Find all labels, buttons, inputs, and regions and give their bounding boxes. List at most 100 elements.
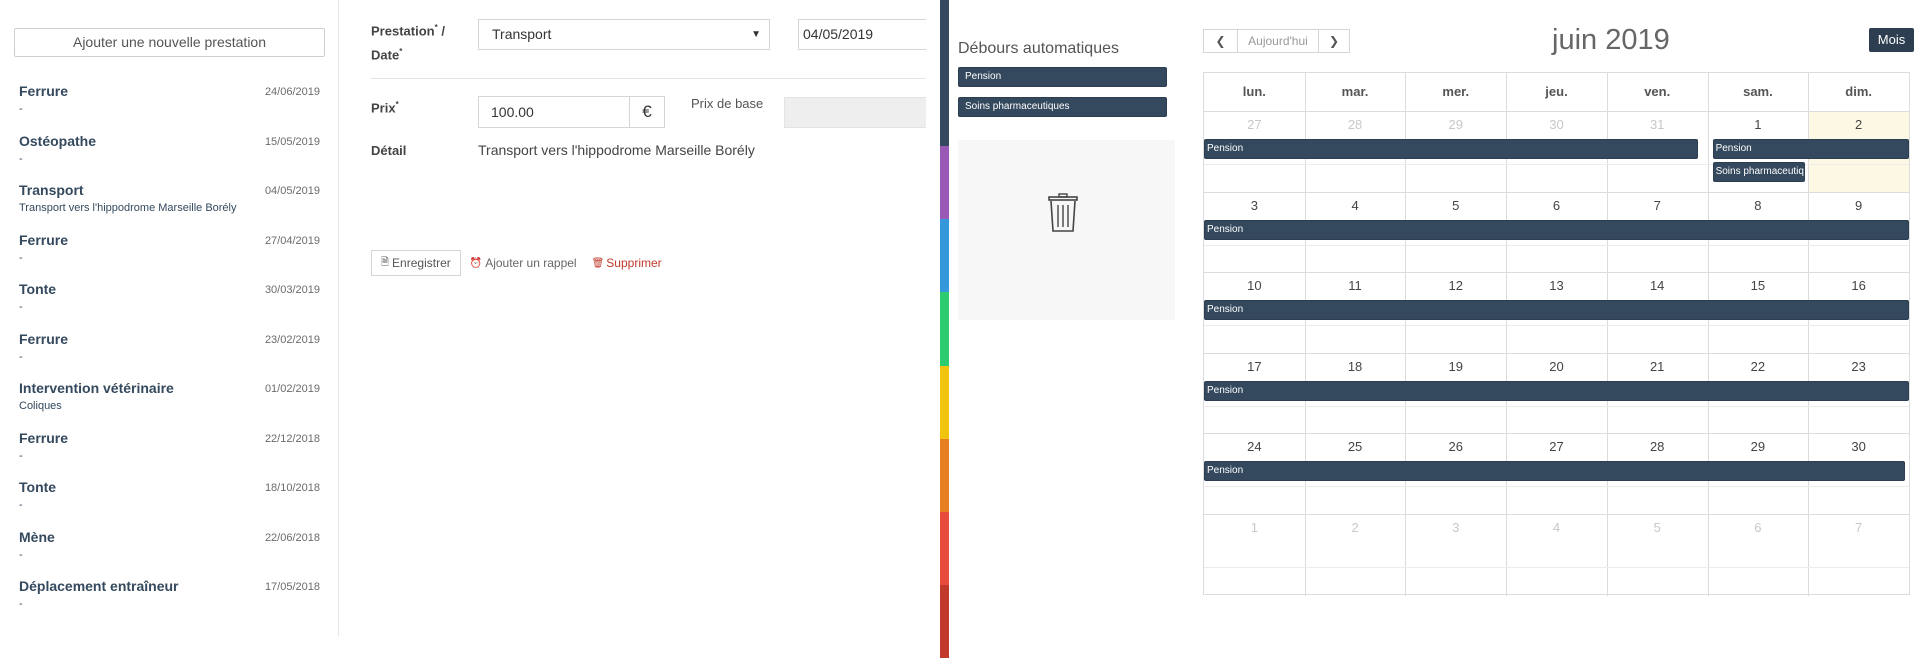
color-swatch[interactable] (940, 438, 949, 512)
day-number[interactable]: 1 (1204, 520, 1305, 535)
day-number[interactable]: 3 (1204, 198, 1305, 213)
day-number[interactable]: 1 (1708, 117, 1809, 132)
service-subtitle: - (19, 548, 23, 561)
price-input[interactable]: 100.00 (478, 96, 630, 128)
day-number[interactable]: 22 (1708, 359, 1809, 374)
day-number[interactable]: 17 (1204, 359, 1305, 374)
service-list-item[interactable]: Ostéopathe -15/05/2019 (0, 128, 339, 178)
today-button[interactable]: Aujourd'hui (1237, 29, 1319, 53)
day-number[interactable]: 11 (1305, 278, 1406, 293)
calendar-event[interactable]: Pension (1204, 461, 1905, 481)
color-swatch[interactable] (940, 219, 949, 293)
day-number[interactable]: 30 (1506, 117, 1607, 132)
required-mark: * (395, 100, 399, 109)
day-number[interactable]: 15 (1708, 278, 1809, 293)
day-number[interactable]: 2 (1808, 117, 1909, 132)
day-number[interactable]: 14 (1607, 278, 1708, 293)
date-label: Date (371, 47, 400, 63)
calendar-title: juin 2019 (1552, 24, 1670, 56)
grid-line (1204, 486, 1909, 487)
date-input[interactable]: 04/05/2019 (798, 19, 926, 50)
color-swatch[interactable] (940, 511, 949, 585)
day-number[interactable]: 3 (1405, 520, 1506, 535)
service-list-item[interactable]: Ferrure -22/12/2018 (0, 425, 339, 475)
service-subtitle: - (19, 499, 23, 511)
day-number[interactable]: 8 (1708, 198, 1809, 213)
service-subtitle: - (19, 449, 23, 462)
prestation-select[interactable]: Transport ▼ (478, 19, 770, 50)
calendar-event[interactable]: Soins pharmaceutiques (1712, 162, 1806, 182)
service-list-item[interactable]: Ferrure -27/04/2019 (0, 227, 339, 277)
day-number[interactable]: 28 (1305, 117, 1406, 132)
delete-button[interactable]: 🗑 Supprimer (592, 256, 662, 270)
day-number[interactable]: 23 (1808, 359, 1909, 374)
service-list-item[interactable]: Transport Transport vers l'hippodrome Mar… (0, 177, 339, 227)
day-number[interactable]: 29 (1405, 117, 1506, 132)
color-swatch[interactable] (940, 146, 949, 220)
save-button[interactable]: 🗎 Enregistrer (371, 250, 461, 276)
day-number[interactable]: 2 (1305, 520, 1406, 535)
day-number[interactable]: 4 (1305, 198, 1406, 213)
calendar-event[interactable]: Pension (1204, 139, 1698, 159)
day-number[interactable]: 7 (1808, 520, 1909, 535)
day-number[interactable]: 20 (1506, 359, 1607, 374)
calendar-event[interactable]: Pension (1204, 219, 1909, 240)
day-number[interactable]: 18 (1305, 359, 1406, 374)
weekday-header: sam. (1743, 84, 1773, 99)
day-number[interactable]: 9 (1808, 198, 1909, 213)
service-list-item[interactable]: Intervention vétérinaire Coliques 01/02/20… (0, 375, 339, 425)
calendar-event[interactable]: Pension (1204, 300, 1909, 320)
calendar-event[interactable]: Pension (1204, 380, 1909, 401)
prestation-select-value: Transport (492, 26, 552, 42)
add-service-button[interactable]: Ajouter une nouvelle prestation (14, 28, 325, 57)
color-swatch[interactable] (940, 73, 949, 147)
month-view-button[interactable]: Mois (1869, 28, 1914, 52)
day-number[interactable]: 4 (1506, 520, 1607, 535)
save-icon: 🗎 (381, 257, 390, 268)
day-number[interactable]: 31 (1607, 117, 1708, 132)
day-number[interactable]: 29 (1708, 439, 1809, 454)
color-swatch[interactable] (940, 584, 949, 658)
day-number[interactable]: 6 (1506, 198, 1607, 213)
day-number[interactable]: 13 (1506, 278, 1607, 293)
day-number[interactable]: 30 (1808, 439, 1909, 454)
service-list-item[interactable]: Tonte -30/03/2019 (0, 276, 339, 326)
weekday-header: dim. (1845, 84, 1872, 99)
trash-icon: 🗑 (591, 257, 605, 269)
chevron-right-icon: ❯ (1328, 34, 1340, 48)
calendar-event[interactable]: Pension (1712, 139, 1909, 159)
service-date: 23/02/2019 (264, 333, 320, 346)
service-list-item[interactable]: Tonte -18/10/2018 (0, 474, 339, 524)
day-number[interactable]: 24 (1204, 439, 1305, 454)
color-swatch[interactable] (940, 365, 949, 439)
detail-value: Transport vers l'hippodrome Marseille Bo… (478, 142, 755, 158)
day-number[interactable]: 5 (1607, 520, 1708, 535)
day-number[interactable]: 10 (1204, 278, 1305, 293)
service-date: 15/05/2019 (264, 135, 320, 148)
draggable-event-soins[interactable]: Soins pharmaceutiques (958, 97, 1167, 117)
day-number[interactable]: 27 (1506, 439, 1607, 454)
color-swatch[interactable] (940, 0, 949, 74)
day-number[interactable]: 26 (1405, 439, 1506, 454)
service-list-item[interactable]: Ferrure -23/02/2019 (0, 326, 339, 376)
add-reminder-button[interactable]: ⏰ Ajouter un rappel (470, 256, 577, 270)
base-price-field (784, 97, 926, 128)
day-number[interactable]: 6 (1708, 520, 1809, 535)
day-number[interactable]: 7 (1607, 198, 1708, 213)
service-list-item[interactable]: Déplacement entraîneur -17/05/2018 (0, 573, 339, 623)
day-number[interactable]: 19 (1405, 359, 1506, 374)
next-month-button[interactable]: ❯ (1318, 29, 1350, 53)
day-number[interactable]: 25 (1305, 439, 1406, 454)
day-number[interactable]: 16 (1808, 278, 1909, 293)
service-list-item[interactable]: Mène -22/06/2018 (0, 524, 339, 574)
color-swatch[interactable] (940, 292, 949, 366)
day-number[interactable]: 27 (1204, 117, 1305, 132)
day-number[interactable]: 28 (1607, 439, 1708, 454)
day-number[interactable]: 5 (1405, 198, 1506, 213)
trash-drop-zone[interactable] (958, 140, 1175, 320)
day-number[interactable]: 21 (1607, 359, 1708, 374)
day-number[interactable]: 12 (1405, 278, 1506, 293)
draggable-event-pension[interactable]: Pension (958, 67, 1167, 87)
service-list-item[interactable]: Ferrure -24/06/2019 (0, 78, 339, 128)
prev-month-button[interactable]: ❮ (1203, 29, 1238, 53)
